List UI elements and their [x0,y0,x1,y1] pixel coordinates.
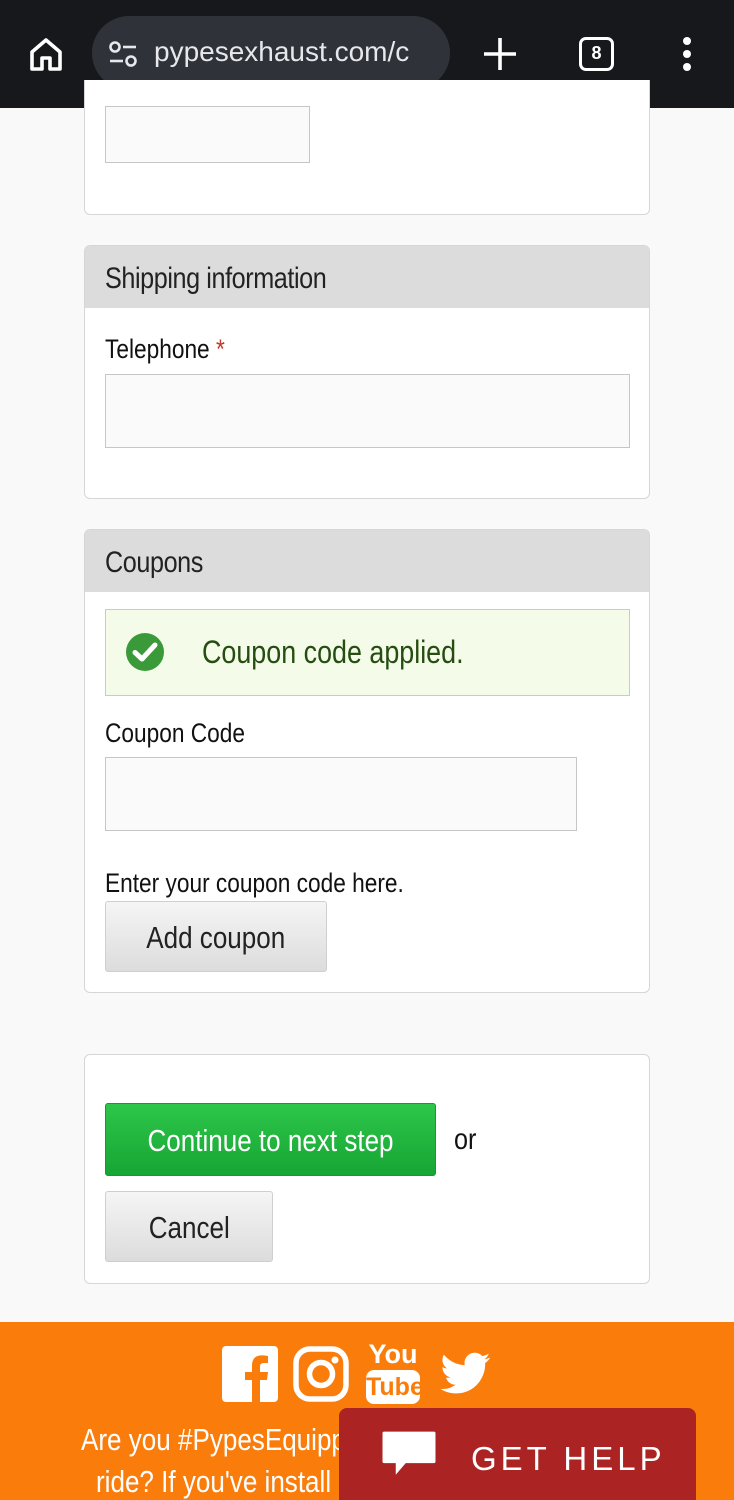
coupon-status-message: Coupon code applied. [202,634,464,670]
youtube-logo-tube: Tube [366,1370,424,1404]
chat-bubble-icon [382,1431,436,1475]
coupon-help-text: Enter your coupon code here. [105,868,404,898]
shipping-heading: Shipping information [85,246,649,308]
telephone-label: Telephone * [105,334,225,364]
new-tab-icon[interactable] [482,36,518,72]
youtube-icon[interactable]: You Tube [366,1339,424,1406]
checkout-actions-panel: Continue to next step or Cancel [84,1054,650,1284]
coupon-success-alert: Coupon code applied. [105,609,630,696]
instagram-icon[interactable] [293,1346,349,1402]
or-text: or [454,1123,477,1156]
more-menu-icon[interactable] [680,36,694,72]
cancel-button[interactable]: Cancel [105,1191,273,1262]
coupon-code-input[interactable] [105,757,577,831]
shipping-panel: Shipping information Telephone * [84,245,650,499]
telephone-input[interactable] [105,374,630,448]
partial-input-field[interactable] [105,106,310,163]
site-settings-icon[interactable] [108,40,138,68]
coupons-panel: Coupons Coupon code applied. Coupon Code… [84,529,650,993]
url-text[interactable]: pypesexhaust.com/c [154,36,438,68]
billing-panel-partial [84,80,650,215]
coupon-code-label: Coupon Code [105,718,245,748]
coupons-heading: Coupons [85,530,649,592]
get-help-button[interactable]: GET HELP [339,1408,696,1500]
add-coupon-button[interactable]: Add coupon [105,901,327,972]
check-circle-icon [126,633,164,671]
tab-switcher-icon[interactable]: 8 [579,37,614,71]
address-bar[interactable]: pypesexhaust.com/c [92,16,450,90]
required-asterisk: * [215,334,225,364]
home-icon[interactable] [26,34,66,74]
get-help-label: GET HELP [471,1440,666,1477]
youtube-logo-you: You [368,1339,418,1369]
continue-button[interactable]: Continue to next step [105,1103,436,1176]
facebook-icon[interactable] [222,1346,278,1402]
twitter-icon[interactable] [437,1348,495,1398]
